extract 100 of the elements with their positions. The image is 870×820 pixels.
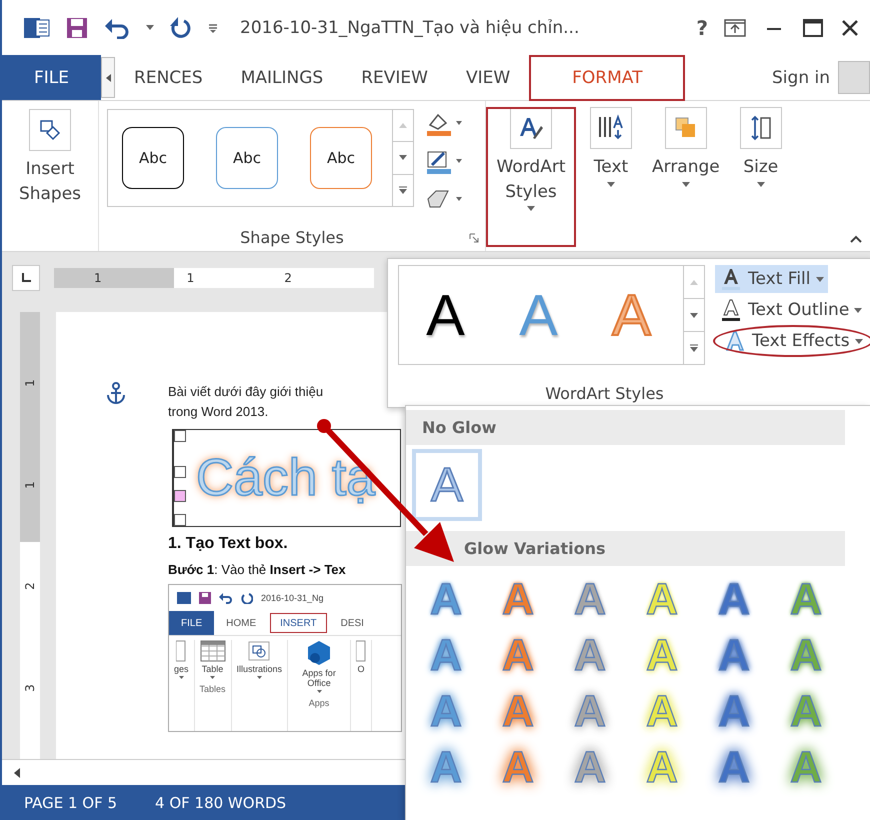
- glow-option[interactable]: A: [702, 742, 766, 794]
- vertical-ruler[interactable]: 1 1 2 3: [20, 312, 40, 759]
- shape-style-swatch[interactable]: Abc: [122, 127, 184, 189]
- customize-toolbar-icon[interactable]: [208, 22, 218, 32]
- word-logo-icon: [177, 592, 191, 604]
- glow-option[interactable]: A: [414, 686, 478, 738]
- tab-selector[interactable]: [12, 265, 40, 291]
- glow-option[interactable]: A: [774, 742, 838, 794]
- scroll-left-icon: [14, 768, 20, 778]
- apps-cube-icon: [306, 640, 332, 666]
- glow-option[interactable]: A: [414, 574, 478, 626]
- command-icon: [176, 640, 186, 662]
- ribbon-tab[interactable]: REVIEW: [342, 55, 447, 100]
- text-format-button[interactable]: Text Fill: [715, 265, 828, 293]
- command-label: Apps for Office: [301, 668, 337, 688]
- glow-option[interactable]: A: [558, 630, 622, 682]
- help-button[interactable]: ?: [696, 16, 708, 40]
- shape-style-swatch[interactable]: Abc: [310, 127, 372, 189]
- save-icon: [199, 592, 211, 604]
- caret-icon: [690, 312, 698, 318]
- file-tab[interactable]: FILE: [2, 55, 102, 100]
- page-count[interactable]: PAGE 1 OF 5: [24, 794, 118, 812]
- shapes-icon: [38, 118, 62, 142]
- ribbon-button[interactable]: WordArt Styles: [486, 107, 576, 247]
- left-arrow-icon: [106, 74, 111, 82]
- ribbon-button[interactable]: Arrange: [646, 107, 726, 187]
- glow-option[interactable]: A: [702, 630, 766, 682]
- horizontal-ruler[interactable]: 1 1 2: [54, 268, 374, 288]
- text-direction-icon: [597, 114, 625, 142]
- glow-option[interactable]: A: [774, 574, 838, 626]
- resize-handle[interactable]: [174, 466, 186, 478]
- wordart-style[interactable]: A: [399, 282, 492, 348]
- wordart-style[interactable]: A: [492, 282, 585, 348]
- paragraph-line: Bài viết dưới đây giới thiệu: [168, 383, 324, 401]
- close-icon[interactable]: [840, 18, 860, 38]
- menu-section-header: No Glow: [406, 410, 845, 445]
- word-count[interactable]: 4 OF 180 WORDS: [155, 794, 286, 812]
- caret-icon: [607, 182, 615, 187]
- maximize-icon[interactable]: [802, 18, 824, 38]
- text-format-button[interactable]: Text Outline: [715, 296, 866, 324]
- glow-option[interactable]: A: [486, 686, 550, 738]
- shapes-icon: [246, 640, 272, 662]
- ruler-number: 2: [23, 582, 37, 590]
- group-label: Apps: [308, 698, 330, 708]
- caret-icon: [527, 206, 535, 212]
- group-label: Tables: [200, 684, 226, 694]
- ribbon-button[interactable]: Size: [734, 107, 788, 187]
- command-icon: [356, 640, 366, 662]
- ruler-number: 1: [23, 379, 37, 387]
- shape-fill-icon[interactable]: [424, 111, 464, 137]
- insert-shapes-button[interactable]: Insert Shapes: [4, 109, 96, 206]
- glow-option[interactable]: A: [414, 630, 478, 682]
- ruler-number: 1: [23, 480, 37, 488]
- glow-option[interactable]: A: [486, 742, 550, 794]
- scroll-up-icon: [690, 280, 698, 284]
- dialog-launcher-icon[interactable]: [469, 233, 479, 243]
- redo-icon[interactable]: [170, 16, 192, 38]
- glow-option[interactable]: A: [702, 574, 766, 626]
- ribbon-tab[interactable]: VIEW: [446, 55, 530, 100]
- undo-icon[interactable]: [104, 16, 130, 38]
- table-icon: [200, 640, 226, 662]
- window-title: 2016-10-31_NgaTTN_Tạo và hiệu chỉn...: [240, 18, 580, 38]
- text-fill-icon: [719, 267, 743, 291]
- glow-option[interactable]: A: [558, 686, 622, 738]
- undo-icon: [219, 592, 233, 604]
- ribbon-button[interactable]: Text: [584, 107, 638, 187]
- ruler-number: 2: [284, 271, 292, 285]
- shape-outline-icon[interactable]: [424, 149, 464, 175]
- shape-style-swatch[interactable]: Abc: [216, 127, 278, 189]
- more-icon: [399, 186, 407, 194]
- glow-option[interactable]: A: [558, 742, 622, 794]
- collapse-ribbon-icon[interactable]: [850, 235, 862, 243]
- group-label: WordArt Styles: [545, 384, 664, 405]
- ribbon-tab[interactable]: MAILINGS: [222, 55, 342, 100]
- scroll-up-icon: [399, 123, 407, 128]
- glow-option[interactable]: A: [486, 630, 550, 682]
- text-format-button[interactable]: Text Effects: [715, 327, 870, 355]
- ribbon-display-icon[interactable]: [724, 18, 746, 36]
- tab-label: HOME: [225, 616, 258, 630]
- text-outline-icon: [719, 298, 743, 322]
- glow-option[interactable]: A: [702, 686, 766, 738]
- caret-icon: [854, 338, 863, 344]
- glow-option[interactable]: A: [774, 686, 838, 738]
- caret-icon: [682, 182, 690, 187]
- glow-option[interactable]: A: [414, 742, 478, 794]
- glow-option[interactable]: A: [774, 630, 838, 682]
- ribbon-tab[interactable]: FORMAT: [529, 55, 686, 101]
- rotate-handle[interactable]: [174, 490, 186, 502]
- resize-handle[interactable]: [174, 514, 186, 526]
- save-icon[interactable]: [66, 16, 88, 38]
- ribbon-tab[interactable]: RENCES: [115, 55, 222, 100]
- sign-in-link[interactable]: Sign in: [772, 68, 830, 88]
- scroll-tabs-button[interactable]: [101, 57, 116, 98]
- glow-option[interactable]: A: [558, 574, 622, 626]
- caret-icon: [399, 155, 407, 160]
- caret-icon: [816, 276, 824, 282]
- anchor-icon: [106, 382, 126, 404]
- step-text: Bước 1: Vào thẻ Insert -> Tex: [168, 562, 346, 577]
- glow-option[interactable]: A: [486, 574, 550, 626]
- resize-handle[interactable]: [174, 430, 186, 442]
